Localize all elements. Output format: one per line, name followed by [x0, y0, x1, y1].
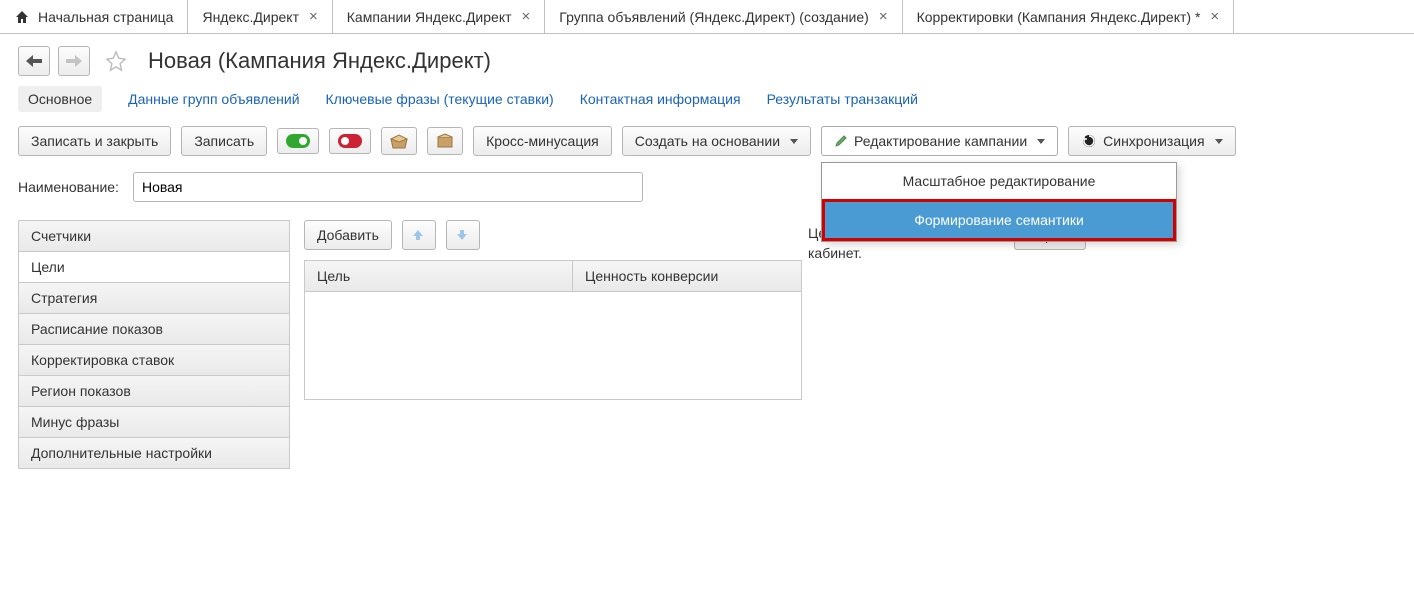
move-down-button[interactable]: [446, 220, 480, 250]
home-icon: [14, 9, 30, 25]
box-open-icon: [390, 133, 408, 149]
sync-button[interactable]: Синхронизация: [1068, 126, 1235, 156]
edit-campaign-button[interactable]: Редактирование кампании: [821, 126, 1058, 156]
edit-campaign-dropdown-wrap: Редактирование кампании Масштабное редак…: [821, 126, 1058, 156]
tab-label: Корректировки (Кампания Яндекс.Директ) *: [917, 9, 1201, 25]
tab-ad-group[interactable]: Группа объявлений (Яндекс.Директ) (созда…: [545, 0, 902, 33]
tabs-bar: Начальная страница Яндекс.Директ × Кампа…: [0, 0, 1414, 34]
chevron-down-icon: [1215, 139, 1223, 144]
content-pane: Добавить Еще Цели появят кабинет. Цель Ц…: [304, 220, 1396, 400]
section-tab-main[interactable]: Основное: [18, 86, 102, 112]
tab-label: Группа объявлений (Яндекс.Директ) (созда…: [559, 9, 869, 25]
chevron-down-icon: [790, 139, 798, 144]
toggle-off-button[interactable]: [329, 128, 371, 154]
tab-home[interactable]: Начальная страница: [0, 0, 188, 33]
close-icon[interactable]: ×: [1210, 8, 1219, 25]
section-link-groups[interactable]: Данные групп объявлений: [128, 91, 299, 107]
close-icon[interactable]: ×: [522, 8, 531, 25]
section-nav: Основное Данные групп объявлений Ключевы…: [0, 86, 1414, 126]
side-item-schedule[interactable]: Расписание показов: [19, 314, 289, 345]
header-row: Новая (Кампания Яндекс.Директ): [0, 34, 1414, 86]
add-button[interactable]: Добавить: [304, 220, 392, 250]
favorite-star-icon[interactable]: [102, 47, 130, 75]
arrow-down-icon: [455, 228, 469, 242]
create-based-label: Создать на основании: [635, 133, 780, 149]
side-item-minus-phrases[interactable]: Минус фразы: [19, 407, 289, 438]
section-link-keyphrases[interactable]: Ключевые фразы (текущие ставки): [326, 91, 554, 107]
name-label: Наименование:: [18, 179, 119, 195]
table-header-row: Цель Ценность конверсии: [305, 261, 801, 292]
edit-campaign-dropdown: Масштабное редактирование Формирование с…: [821, 162, 1177, 242]
tab-yandex-direct[interactable]: Яндекс.Директ ×: [188, 0, 332, 33]
dropdown-item-mass-edit[interactable]: Масштабное редактирование: [822, 163, 1176, 199]
toggle-on-button[interactable]: [277, 128, 319, 154]
side-list: Счетчики Цели Стратегия Расписание показ…: [18, 220, 290, 469]
toggle-off-icon: [338, 134, 362, 148]
nav-forward-button[interactable]: [58, 46, 90, 76]
move-up-button[interactable]: [402, 220, 436, 250]
arrow-up-icon: [411, 228, 425, 242]
toggle-on-icon: [286, 134, 310, 148]
name-row: Наименование:: [0, 172, 1414, 220]
name-input[interactable]: [133, 172, 643, 202]
side-item-region[interactable]: Регион показов: [19, 376, 289, 407]
tab-label: Кампании Яндекс.Директ: [347, 9, 512, 25]
toolbar: Записать и закрыть Записать Кросс-минуса…: [0, 126, 1414, 172]
tab-label: Начальная страница: [38, 9, 173, 25]
save-close-button[interactable]: Записать и закрыть: [18, 126, 171, 156]
sync-icon: [1081, 133, 1097, 149]
col-goal[interactable]: Цель: [305, 261, 573, 291]
goals-table: Цель Ценность конверсии: [304, 260, 802, 400]
sync-label: Синхронизация: [1103, 133, 1204, 149]
main-area: Счетчики Цели Стратегия Расписание показ…: [0, 220, 1414, 469]
cross-minus-button[interactable]: Кросс-минусация: [473, 126, 612, 156]
dropdown-item-semantics[interactable]: Формирование семантики: [822, 199, 1176, 241]
tab-adjustments[interactable]: Корректировки (Кампания Яндекс.Директ) *…: [903, 0, 1235, 33]
close-icon[interactable]: ×: [879, 8, 888, 25]
chevron-down-icon: [1037, 139, 1045, 144]
side-item-counters[interactable]: Счетчики: [19, 221, 289, 252]
page-title: Новая (Кампания Яндекс.Директ): [148, 48, 491, 74]
tab-label: Яндекс.Директ: [202, 9, 299, 25]
nav-back-button[interactable]: [18, 46, 50, 76]
box-closed-button[interactable]: [427, 127, 463, 155]
side-item-additional[interactable]: Дополнительные настройки: [19, 438, 289, 468]
edit-campaign-label: Редактирование кампании: [854, 133, 1027, 149]
tab-campaigns[interactable]: Кампании Яндекс.Директ ×: [333, 0, 546, 33]
side-item-bid-adjust[interactable]: Корректировка ставок: [19, 345, 289, 376]
save-button[interactable]: Записать: [181, 126, 267, 156]
create-based-button[interactable]: Создать на основании: [622, 126, 811, 156]
col-conversion-value[interactable]: Ценность конверсии: [573, 261, 801, 291]
box-open-button[interactable]: [381, 127, 417, 155]
box-closed-icon: [436, 133, 454, 149]
side-item-goals[interactable]: Цели: [19, 252, 289, 283]
close-icon[interactable]: ×: [309, 8, 318, 25]
section-link-contact[interactable]: Контактная информация: [580, 91, 741, 107]
hint-line-2: кабинет.: [808, 245, 862, 261]
section-link-transactions[interactable]: Результаты транзакций: [767, 91, 918, 107]
pencil-icon: [834, 134, 848, 148]
side-item-strategy[interactable]: Стратегия: [19, 283, 289, 314]
